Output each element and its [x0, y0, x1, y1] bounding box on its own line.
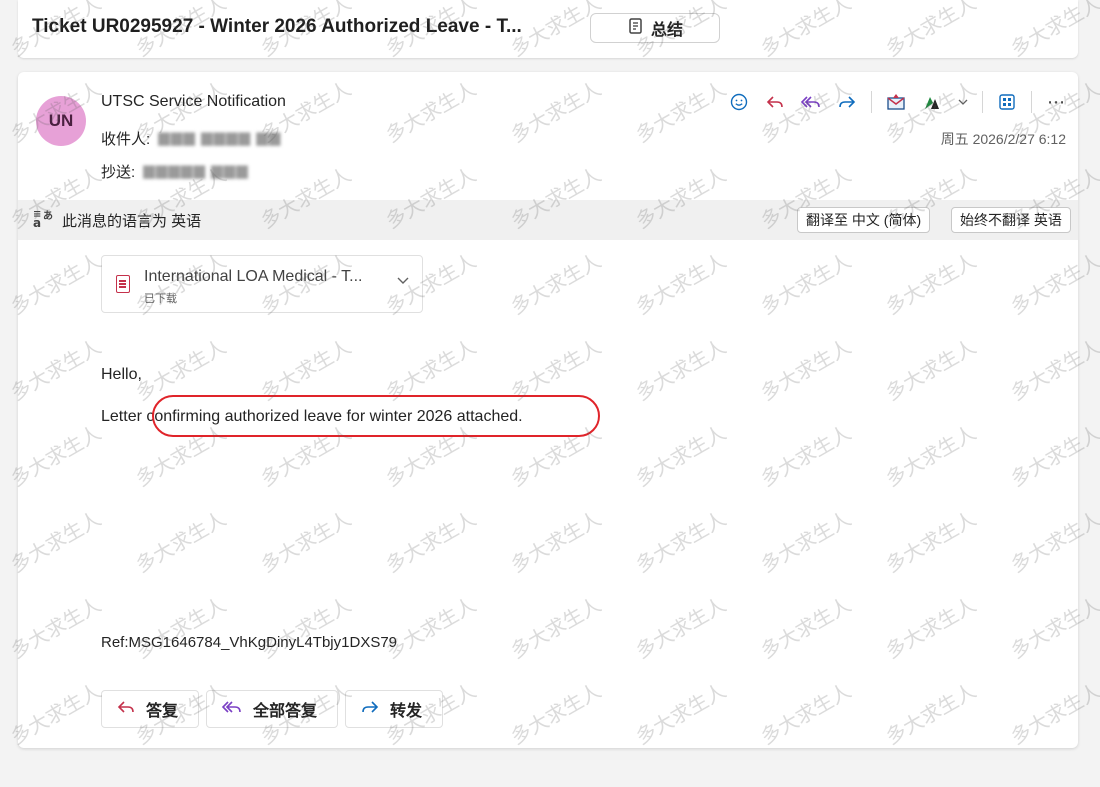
- to-label: 收件人:: [101, 131, 151, 148]
- reply-all-label: 全部答复: [253, 703, 318, 720]
- cc-line: 抄送: ▆▆▆▆▆ ▆▆▆: [101, 161, 249, 182]
- summarize-button[interactable]: 总结: [590, 13, 720, 43]
- chevron-down-icon[interactable]: [396, 273, 410, 290]
- summary-label: 总结: [650, 22, 683, 39]
- apps-icon[interactable]: [920, 90, 944, 114]
- reply-all-icon: [221, 698, 243, 721]
- grid-icon[interactable]: [995, 90, 1019, 114]
- message-card: UN UTSC Service Notification 收件人: ▆▆▆ ▆▆…: [18, 72, 1078, 748]
- toolbar-divider-3: [1031, 91, 1032, 113]
- redacted-cc: ▆▆▆▆▆ ▆▆▆: [143, 162, 249, 179]
- translation-bar: ≡ a あ 此消息的语言为 英语 翻译至 中文 (简体) 始终不翻译 英语: [18, 200, 1078, 240]
- pdf-file-icon: [116, 275, 130, 293]
- reply-icon[interactable]: [763, 90, 787, 114]
- body-greeting: Hello,: [101, 366, 142, 383]
- toolbar-divider-2: [982, 91, 983, 113]
- attachment-status: 已下载: [144, 293, 177, 305]
- toolbar-divider: [871, 91, 872, 113]
- forward-icon: [360, 698, 380, 721]
- language-info: 此消息的语言为 英语: [62, 212, 202, 230]
- translate-icon: ≡ a あ: [32, 207, 62, 233]
- avatar: UN: [36, 96, 86, 146]
- highlight-circle: [152, 395, 600, 437]
- svg-text:a: a: [33, 216, 41, 229]
- reply-label: 答复: [146, 703, 179, 720]
- forward-label: 转发: [390, 703, 423, 720]
- forward-icon[interactable]: [835, 90, 859, 114]
- chevron-down-icon[interactable]: [956, 90, 970, 114]
- subject-bar: Ticket UR0295927 - Winter 2026 Authorize…: [18, 0, 1078, 58]
- reply-icon: [116, 698, 136, 721]
- message-toolbar: ⋯: [727, 90, 1068, 114]
- reference-id: Ref:MSG1646784_VhKgDinyL4Tbjy1DXS79: [101, 634, 398, 651]
- attachment-card[interactable]: International LOA Medical - T... 已下载: [101, 255, 423, 313]
- reply-all-icon[interactable]: [799, 90, 823, 114]
- reply-button[interactable]: 答复: [101, 690, 199, 728]
- reply-all-button[interactable]: 全部答复: [206, 690, 338, 728]
- never-translate-button[interactable]: 始终不翻译 英语: [951, 207, 1071, 233]
- forward-button[interactable]: 转发: [345, 690, 443, 728]
- attachment-name: International LOA Medical - T...: [144, 268, 363, 285]
- recipients-line: 收件人: ▆▆▆ ▆▆▆▆ ▆▆: [101, 128, 281, 149]
- emoji-icon[interactable]: [727, 90, 751, 114]
- summary-icon: [627, 17, 645, 40]
- cc-label: 抄送:: [101, 164, 136, 181]
- email-subject: Ticket UR0295927 - Winter 2026 Authorize…: [32, 16, 522, 37]
- translate-button[interactable]: 翻译至 中文 (简体): [797, 207, 931, 233]
- more-icon[interactable]: ⋯: [1044, 90, 1068, 114]
- redacted-recipient: ▆▆▆ ▆▆▆▆ ▆▆: [158, 129, 282, 146]
- sender-name[interactable]: UTSC Service Notification: [101, 93, 286, 111]
- envelope-icon[interactable]: [884, 90, 908, 114]
- svg-text:あ: あ: [43, 209, 53, 222]
- message-timestamp: 周五 2026/2/27 6:12: [940, 131, 1066, 147]
